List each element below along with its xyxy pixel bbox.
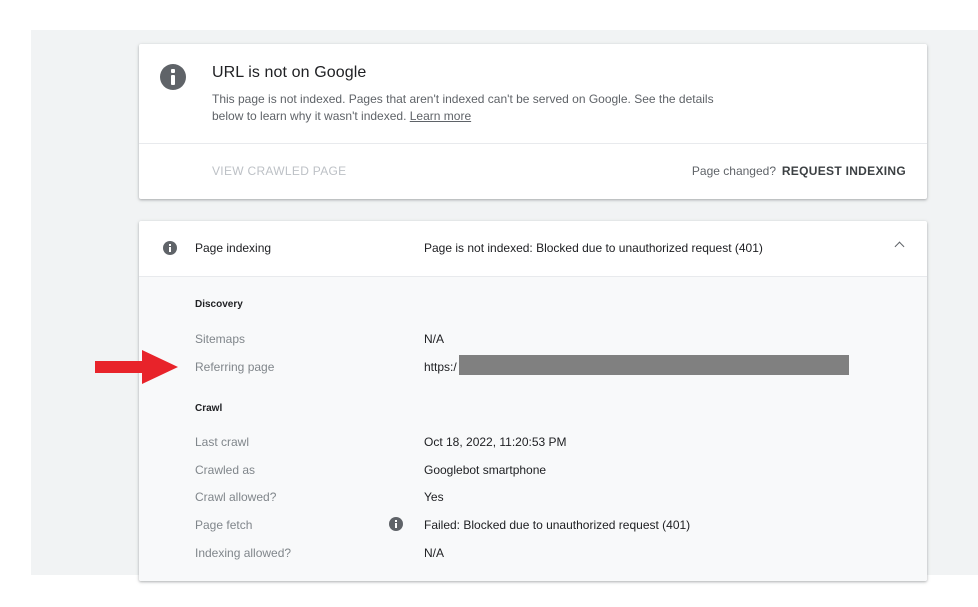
request-indexing-button[interactable]: REQUEST INDEXING [782, 164, 906, 178]
indexing-allowed-value: N/A [424, 546, 445, 560]
redaction-box [459, 355, 849, 375]
url-status-card: URL is not on Google This page is not in… [139, 44, 927, 199]
page-indexing-status: Page is not indexed: Blocked due to unau… [424, 241, 763, 255]
divider [139, 143, 927, 144]
page-indexing-header[interactable]: Page indexing Page is not indexed: Block… [139, 221, 927, 277]
info-icon [160, 64, 186, 90]
sitemaps-label: Sitemaps [195, 332, 246, 346]
info-icon[interactable] [389, 517, 403, 531]
discovery-section-title: Discovery [195, 299, 243, 310]
crawl-allowed-label: Crawl allowed? [195, 490, 277, 504]
red-arrow-icon [95, 350, 178, 384]
page-fetch-label: Page fetch [195, 518, 253, 532]
page-changed-label: Page changed? [691, 164, 776, 178]
last-crawl-value: Oct 18, 2022, 11:20:53 PM [424, 435, 567, 449]
view-crawled-page-button[interactable]: VIEW CRAWLED PAGE [212, 164, 346, 178]
referring-page-value[interactable]: https:/ [424, 360, 457, 374]
info-icon [163, 241, 177, 255]
last-crawl-label: Last crawl [195, 435, 250, 449]
crawled-as-label: Crawled as [195, 463, 256, 477]
crawled-as-value: Googlebot smartphone [424, 463, 547, 477]
status-title: URL is not on Google [212, 64, 367, 81]
indexing-details: Discovery Sitemaps N/A Referring page ht… [139, 277, 927, 581]
crawl-allowed-value: Yes [424, 490, 444, 504]
chevron-up-icon[interactable] [894, 241, 905, 252]
page-indexing-label: Page indexing [195, 241, 272, 255]
status-description: This page is not indexed. Pages that are… [212, 91, 732, 125]
page-fetch-value: Failed: Blocked due to unauthorized requ… [424, 518, 691, 532]
referring-page-label: Referring page [195, 360, 275, 374]
sitemaps-value: N/A [424, 332, 445, 346]
learn-more-link[interactable]: Learn more [410, 109, 471, 123]
indexing-allowed-label: Indexing allowed? [195, 546, 292, 560]
arrow-shape [95, 350, 178, 384]
page-indexing-card: Page indexing Page is not indexed: Block… [139, 221, 927, 581]
crawl-section-title: Crawl [195, 403, 223, 414]
